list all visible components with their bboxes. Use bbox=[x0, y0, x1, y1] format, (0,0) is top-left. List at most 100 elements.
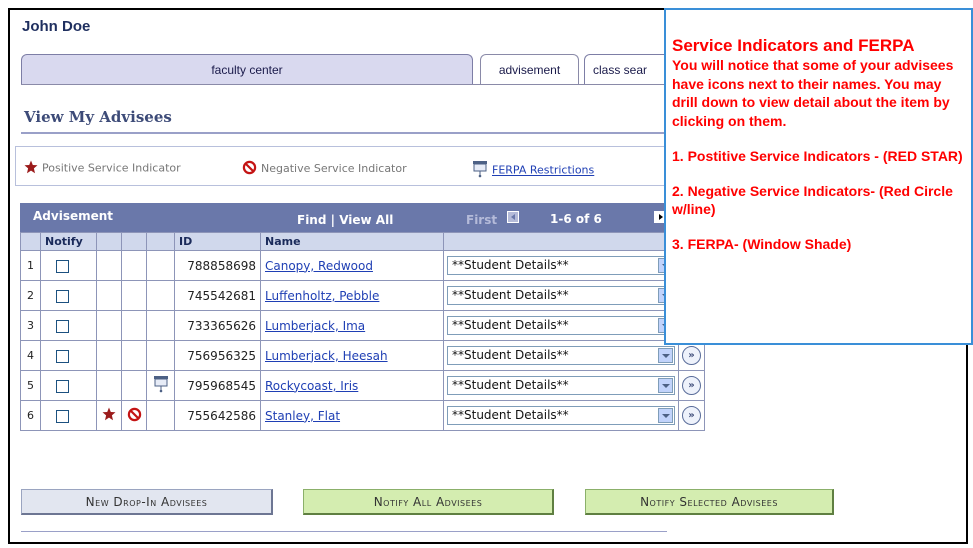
ferpa-cell bbox=[146, 250, 175, 281]
table-body: 1 788858698 Canopy, Redwood **Student Detai… bbox=[20, 250, 705, 431]
previous-page-icon[interactable] bbox=[507, 211, 519, 223]
student-details-select[interactable]: **Student Details** bbox=[447, 346, 675, 365]
notify-checkbox-cell bbox=[40, 250, 97, 281]
advisees-table: Notify ID Name 1 788858698 Canopy, Redwood… bbox=[20, 232, 705, 431]
student-details-select[interactable]: **Student Details** bbox=[447, 286, 675, 305]
student-details-select[interactable]: **Student Details** bbox=[447, 376, 675, 395]
details-select-cell: **Student Details** bbox=[443, 340, 679, 371]
negative-indicator-cell bbox=[121, 340, 147, 371]
negative-indicator-cell bbox=[121, 370, 147, 401]
go-button-cell: » bbox=[678, 370, 705, 401]
callout-point-positive: 1. Postitive Service Indicators - (RED S… bbox=[672, 148, 963, 164]
chevron-down-icon[interactable] bbox=[658, 348, 673, 363]
tab-baseline bbox=[21, 84, 681, 85]
student-name-link[interactable]: Rockycoast, Iris bbox=[265, 379, 358, 393]
legend-positive: Positive Service Indicator bbox=[24, 160, 181, 177]
grid-range: 1-6 of 6 bbox=[550, 212, 602, 226]
student-id: 756956325 bbox=[174, 340, 261, 371]
grid-find-viewall: Find | View All bbox=[297, 213, 393, 227]
view-all-link[interactable]: View All bbox=[339, 213, 393, 227]
red-circle-slash-icon[interactable] bbox=[127, 407, 142, 425]
find-link[interactable]: Find | bbox=[297, 213, 335, 227]
student-name-link[interactable]: Lumberjack, Heesah bbox=[265, 349, 388, 363]
ferpa-header bbox=[146, 232, 175, 251]
notify-checkbox[interactable] bbox=[56, 379, 69, 393]
advisement-grid: Advisement Find | View All First 1-6 of … bbox=[20, 203, 726, 462]
legend-positive-label: Positive Service Indicator bbox=[42, 161, 181, 175]
service-indicator-callout: Service Indicators and FERPA You will no… bbox=[664, 8, 973, 345]
student-name-link[interactable]: Luffenholtz, Pebble bbox=[265, 289, 379, 303]
positive-indicator-cell bbox=[96, 400, 122, 431]
student-details-select-value: **Student Details** bbox=[452, 408, 569, 422]
tab-advisement[interactable]: advisement bbox=[480, 54, 579, 85]
student-details-select[interactable]: **Student Details** bbox=[447, 406, 675, 425]
student-name-link[interactable]: Stanley, Flat bbox=[265, 409, 340, 423]
title-divider bbox=[21, 132, 669, 134]
student-name-cell: Rockycoast, Iris bbox=[260, 370, 444, 401]
table-row: 1 788858698 Canopy, Redwood **Student Detai… bbox=[20, 250, 705, 281]
student-name-link[interactable]: Canopy, Redwood bbox=[265, 259, 373, 273]
student-id: 745542681 bbox=[174, 280, 261, 311]
notify-checkbox[interactable] bbox=[56, 349, 69, 363]
callout-point-ferpa: 3. FERPA- (Window Shade) bbox=[672, 236, 852, 252]
new-drop-in-advisees-button[interactable]: New Drop-In Advisees bbox=[21, 489, 273, 515]
user-name: John Doe bbox=[22, 18, 91, 35]
service-indicator-legend: Positive Service Indicator Negative Serv… bbox=[15, 146, 675, 186]
go-arrow-icon[interactable]: » bbox=[682, 346, 701, 365]
table-row: 5 795968545 Rockycoast, Iris **Student Deta… bbox=[20, 370, 705, 401]
student-name-cell: Luffenholtz, Pebble bbox=[260, 280, 444, 311]
grid-header-bar: Advisement Find | View All First 1-6 of … bbox=[20, 203, 726, 232]
student-details-select[interactable]: **Student Details** bbox=[447, 316, 675, 335]
student-name-link[interactable]: Lumberjack, Ima bbox=[265, 319, 365, 333]
go-button-cell: » bbox=[678, 400, 705, 431]
notify-checkbox[interactable] bbox=[56, 409, 69, 423]
chevron-down-icon[interactable] bbox=[658, 408, 673, 423]
ferpa-cell bbox=[146, 370, 175, 401]
callout-title: Service Indicators and FERPA bbox=[672, 36, 915, 55]
tab-faculty-center[interactable]: faculty center bbox=[21, 54, 473, 84]
callout-point-negative: 2. Negative Service Indicators- (Red Cir… bbox=[672, 183, 953, 217]
row-number-header bbox=[20, 232, 41, 251]
go-arrow-icon[interactable]: » bbox=[682, 406, 701, 425]
table-header-row: Notify ID Name bbox=[20, 232, 705, 251]
notify-checkbox[interactable] bbox=[56, 289, 69, 303]
go-arrow-icon[interactable]: » bbox=[682, 376, 701, 395]
details-select-cell: **Student Details** bbox=[443, 400, 679, 431]
table-row: 3 733365626 Lumberjack, Ima **Student Detai… bbox=[20, 310, 705, 341]
negative-indicator-cell bbox=[121, 280, 147, 311]
legend-negative-label: Negative Service Indicator bbox=[261, 162, 407, 175]
positive-indicator-cell bbox=[96, 250, 122, 281]
row-number: 3 bbox=[20, 310, 41, 341]
negative-indicator-cell bbox=[121, 250, 147, 281]
table-row: 6 755642586 Stanley, Flat **Student Details… bbox=[20, 400, 705, 431]
ferpa-cell bbox=[146, 340, 175, 371]
notify-checkbox[interactable] bbox=[56, 259, 69, 273]
row-number: 2 bbox=[20, 280, 41, 311]
student-details-select[interactable]: **Student Details** bbox=[447, 256, 675, 275]
student-details-select-value: **Student Details** bbox=[452, 378, 569, 392]
student-name-cell: Stanley, Flat bbox=[260, 400, 444, 431]
positive-indicator-header bbox=[96, 232, 122, 251]
notify-checkbox[interactable] bbox=[56, 319, 69, 333]
negative-indicator-header bbox=[121, 232, 147, 251]
notify-all-advisees-button[interactable]: Notify All Advisees bbox=[303, 489, 554, 515]
student-id: 755642586 bbox=[174, 400, 261, 431]
red-star-icon[interactable] bbox=[102, 407, 116, 424]
red-circle-slash-icon bbox=[242, 160, 257, 178]
notify-checkbox-cell bbox=[40, 280, 97, 311]
student-name-cell: Lumberjack, Heesah bbox=[260, 340, 444, 371]
student-name-cell: Canopy, Redwood bbox=[260, 250, 444, 281]
chevron-down-icon[interactable] bbox=[658, 378, 673, 393]
first-link[interactable]: First bbox=[466, 213, 497, 227]
student-details-select-value: **Student Details** bbox=[452, 258, 569, 272]
student-id: 733365626 bbox=[174, 310, 261, 341]
notify-selected-advisees-button[interactable]: Notify Selected Advisees bbox=[585, 489, 834, 515]
window-shade-icon[interactable] bbox=[153, 376, 169, 396]
student-name-cell: Lumberjack, Ima bbox=[260, 310, 444, 341]
details-select-cell: **Student Details** bbox=[443, 370, 679, 401]
details-select-cell: **Student Details** bbox=[443, 280, 679, 311]
legend-ferpa[interactable]: FERPA Restrictions bbox=[472, 160, 594, 181]
table-row: 4 756956325 Lumberjack, Heesah **Student De… bbox=[20, 340, 705, 371]
notify-checkbox-cell bbox=[40, 400, 97, 431]
ferpa-restrictions-link[interactable]: FERPA Restrictions bbox=[492, 164, 594, 177]
